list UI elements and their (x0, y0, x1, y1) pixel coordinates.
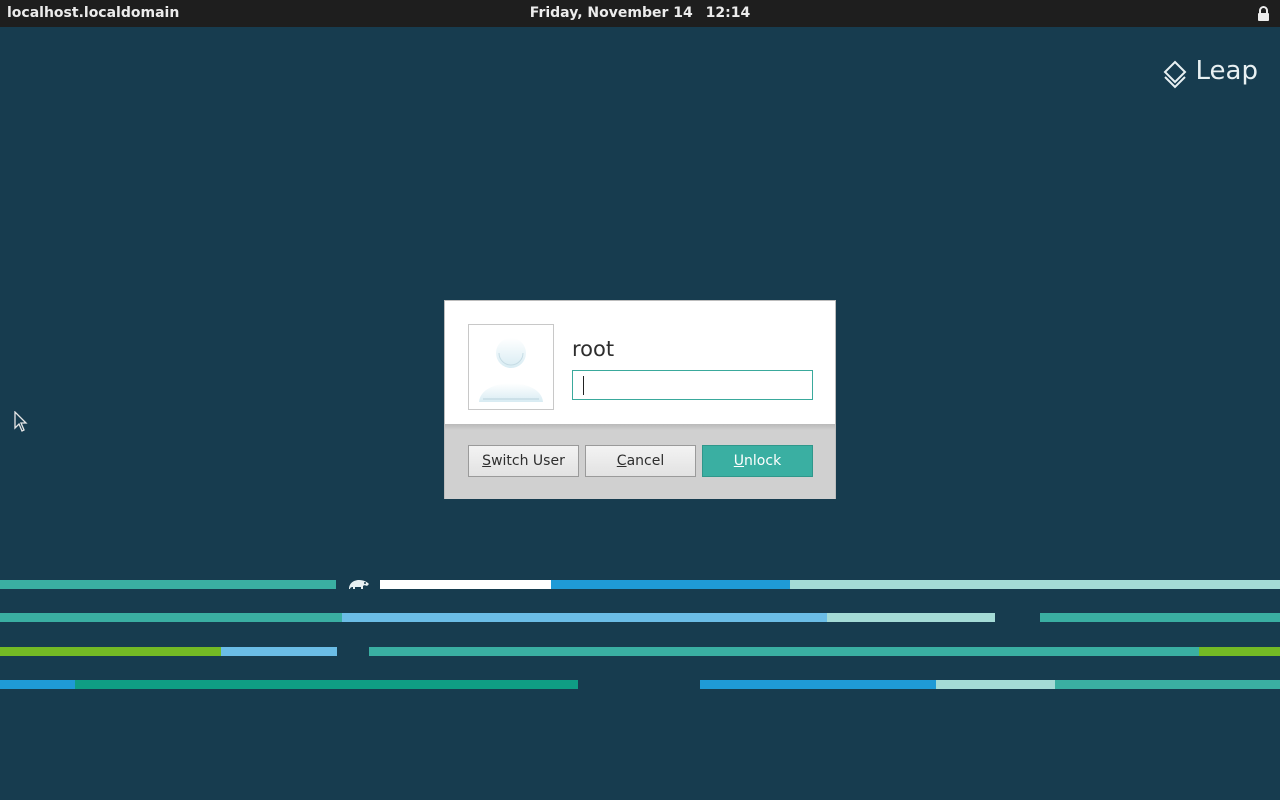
stripe-segment (551, 580, 790, 589)
user-avatar-icon (468, 324, 554, 410)
stripe-segment (0, 680, 75, 689)
switch-user-mnemonic: S (482, 453, 492, 469)
stripe-segment (790, 580, 1280, 589)
stripe-segment (221, 647, 337, 656)
unlock-label: nlock (744, 453, 782, 469)
username-label: root (572, 337, 615, 361)
cancel-button[interactable]: Cancel (585, 445, 696, 477)
stripe-segment (342, 613, 827, 622)
time-label: 12:14 (705, 5, 751, 21)
stripe-segment (700, 680, 936, 689)
clock: Friday, November 14 12:14 (0, 5, 1280, 21)
unlock-button[interactable]: Unlock (702, 445, 813, 477)
leap-diamond-icon (1163, 60, 1186, 89)
top-panel: localhost.localdomain Friday, November 1… (0, 0, 1280, 27)
stripe-segment (827, 613, 995, 622)
stripe-segment (0, 613, 342, 622)
dialog-button-bar: Switch User Cancel Unlock (445, 424, 835, 499)
brand-label: Leap (1195, 56, 1258, 86)
switch-user-button[interactable]: Switch User (468, 445, 579, 477)
stripe-segment (1055, 680, 1280, 689)
cancel-mnemonic: C (616, 453, 627, 469)
stripe-segment (369, 647, 1199, 656)
password-input[interactable] (572, 370, 813, 400)
lock-icon (1258, 6, 1269, 21)
stripe-segment (0, 580, 336, 589)
stripe-segment (0, 647, 221, 656)
mouse-pointer-icon (14, 411, 28, 432)
stripe-segment (1199, 647, 1280, 656)
cancel-label: ancel (626, 453, 665, 469)
stripe-segment (380, 580, 551, 589)
unlock-dialog: root Switch User Cancel Unlock (444, 300, 836, 499)
brand-logo: Leap (1163, 56, 1258, 89)
text-caret (583, 376, 584, 395)
switch-user-label: witch User (491, 453, 565, 469)
stripe-segment (75, 680, 578, 689)
unlock-mnemonic: U (733, 453, 745, 469)
date-label: Friday, November 14 (529, 5, 693, 21)
stripe-segment (1040, 613, 1280, 622)
gecko-icon (349, 580, 369, 589)
stripe-segment (936, 680, 1055, 689)
